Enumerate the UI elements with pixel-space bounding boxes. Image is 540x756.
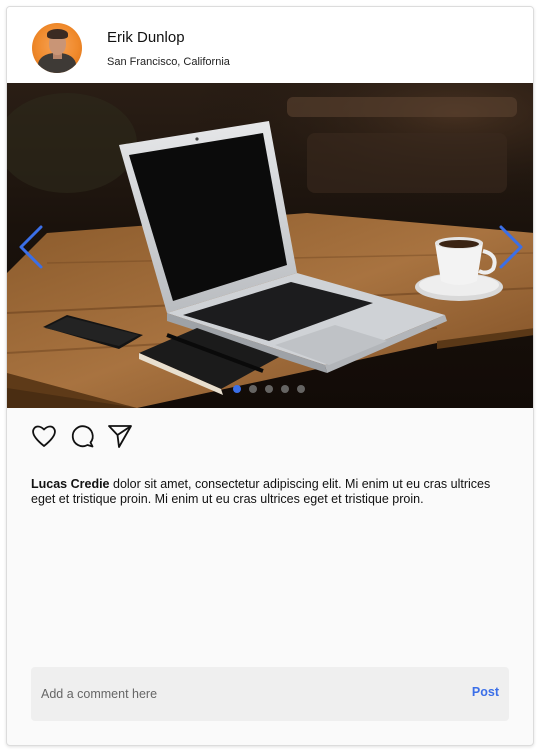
comment-box: Post bbox=[31, 667, 509, 721]
carousel-dot-1[interactable] bbox=[233, 385, 241, 393]
post-actions bbox=[31, 423, 133, 449]
post-photo bbox=[7, 83, 533, 408]
post-header: Erik Dunlop San Francisco, California bbox=[7, 7, 533, 83]
user-location: San Francisco, California bbox=[107, 56, 230, 68]
share-icon[interactable] bbox=[107, 423, 133, 449]
post-button[interactable]: Post bbox=[472, 685, 499, 699]
next-slide-icon[interactable] bbox=[497, 225, 525, 269]
heart-icon[interactable] bbox=[31, 423, 57, 449]
avatar[interactable] bbox=[32, 23, 82, 73]
post-card: Erik Dunlop San Francisco, California Lu… bbox=[6, 6, 534, 746]
user-name[interactable]: Erik Dunlop bbox=[107, 29, 185, 46]
prev-slide-icon[interactable] bbox=[17, 225, 45, 269]
carousel-dot-3[interactable] bbox=[265, 385, 273, 393]
carousel-dot-5[interactable] bbox=[297, 385, 305, 393]
comment-input[interactable] bbox=[31, 667, 441, 721]
carousel-dot-4[interactable] bbox=[281, 385, 289, 393]
comment-icon[interactable] bbox=[69, 423, 95, 449]
caption-author[interactable]: Lucas Credie bbox=[31, 477, 110, 491]
carousel-dots bbox=[233, 385, 305, 393]
image-carousel[interactable] bbox=[7, 83, 533, 408]
post-caption: Lucas Credie dolor sit amet, consectetur… bbox=[31, 477, 511, 507]
carousel-dot-2[interactable] bbox=[249, 385, 257, 393]
